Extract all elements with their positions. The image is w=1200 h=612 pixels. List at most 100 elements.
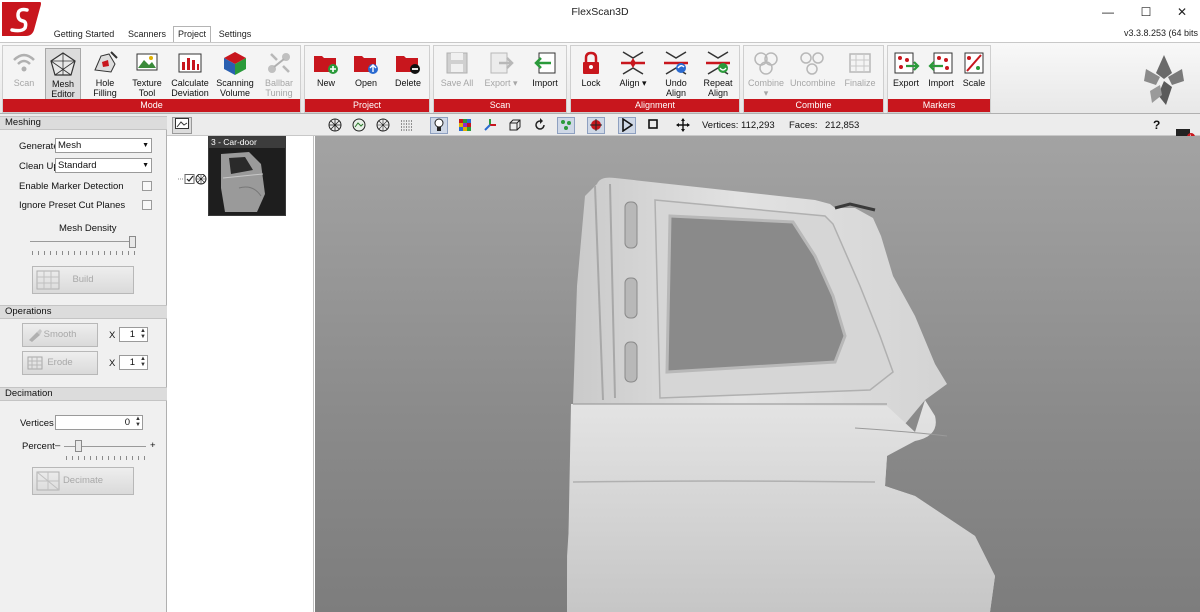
pan-button[interactable] xyxy=(674,117,692,134)
mesh-editor-panel: Meshing Generate Mesh ▼ Clean Up Standard… xyxy=(0,116,167,612)
bounding-box-button[interactable] xyxy=(506,117,524,134)
percent-minus-button[interactable]: – xyxy=(55,440,60,451)
hole-filling-button[interactable]: Hole Filling xyxy=(85,48,125,100)
open-project-button[interactable]: Open xyxy=(347,48,385,100)
lock-button[interactable]: Lock xyxy=(573,48,609,100)
percent-label: Percent xyxy=(22,441,55,452)
play-button[interactable] xyxy=(618,117,636,134)
repeat-align-button[interactable]: Repeat Align xyxy=(699,48,737,100)
percent-slider[interactable] xyxy=(75,440,83,452)
open-folder-icon xyxy=(354,56,378,74)
smooth-multiplier-x: X xyxy=(109,330,116,341)
lock-icon xyxy=(583,51,599,74)
align-button[interactable]: Align ▾ xyxy=(613,48,653,100)
tree-view-button[interactable] xyxy=(172,117,192,134)
align-icon xyxy=(621,51,645,75)
faces-count-label: Faces: xyxy=(789,120,818,131)
axis-icon xyxy=(484,119,496,131)
cleanup-select[interactable]: Standard ▼ xyxy=(55,158,152,173)
decimate-button[interactable]: Decimate xyxy=(32,467,134,495)
lighting-toggle-button[interactable] xyxy=(430,117,448,134)
window-title: FlexScan3D xyxy=(571,6,629,18)
ribbon-group-mode-label: Mode xyxy=(3,99,300,112)
ribbon-group-markers-label: Markers xyxy=(888,99,990,112)
meshing-section-header: Meshing xyxy=(0,116,167,130)
title-bar: FlexScan3D — ☐ ✕ xyxy=(0,0,1200,36)
flexscan-brand-icon xyxy=(1144,55,1184,105)
chevron-down-icon: ▼ xyxy=(142,162,149,169)
marker-detection-label: Enable Marker Detection xyxy=(19,181,124,192)
minimize-button[interactable]: — xyxy=(1088,0,1128,24)
scale-markers-button[interactable]: Scale xyxy=(960,48,988,100)
delete-project-button[interactable]: Delete xyxy=(389,48,427,100)
generate-select[interactable]: Mesh ▼ xyxy=(55,138,152,153)
spin-arrows-icon[interactable]: ▲ ▼ xyxy=(135,416,141,428)
import-markers-button[interactable]: Import xyxy=(924,48,958,100)
export-markers-button[interactable]: Export xyxy=(890,48,922,100)
mesh-density-slider[interactable] xyxy=(129,236,136,248)
spin-arrows-icon[interactable]: ▲ ▼ xyxy=(140,356,146,368)
erode-multiplier-x: X xyxy=(109,358,116,369)
close-button[interactable]: ✕ xyxy=(1162,0,1200,24)
view-points-button[interactable] xyxy=(398,117,416,134)
decimation-vertices-label: Vertices xyxy=(20,418,54,429)
wireframe-wheel-icon xyxy=(376,118,390,132)
calculate-deviation-button[interactable]: Calculate Deviation xyxy=(169,48,211,100)
help-button[interactable]: ? xyxy=(1153,118,1160,132)
scanning-volume-button[interactable]: Scanning Volume xyxy=(213,48,257,100)
markers-icon xyxy=(561,120,571,130)
mesh-editor-icon xyxy=(50,52,76,76)
vertices-count-label: Vertices: xyxy=(702,120,739,131)
3d-viewport[interactable] xyxy=(315,136,1200,612)
delete-folder-icon xyxy=(396,56,420,74)
color-map-button[interactable] xyxy=(456,117,474,134)
ribbon-group-scan-label: Scan xyxy=(434,99,566,112)
new-project-button[interactable]: New xyxy=(308,48,344,100)
ignore-cut-planes-checkbox[interactable] xyxy=(142,200,152,210)
texture-tool-button[interactable]: Texture Tool xyxy=(127,48,167,100)
uncombine-button[interactable]: Uncombine xyxy=(790,48,836,100)
import-scan-button[interactable]: Import xyxy=(525,48,565,100)
tab-settings[interactable]: Settings xyxy=(214,27,256,42)
erode-button[interactable]: Erode xyxy=(22,351,98,375)
spin-arrows-icon[interactable]: ▲ ▼ xyxy=(140,328,146,340)
percent-plus-button[interactable]: + xyxy=(150,440,156,451)
tab-project[interactable]: Project xyxy=(173,26,211,42)
decimation-vertices-input[interactable]: 0 ▲ ▼ xyxy=(55,415,143,430)
stop-button[interactable] xyxy=(644,117,662,134)
tab-getting-started[interactable]: Getting Started xyxy=(48,27,120,42)
export-scan-button[interactable]: Export ▾ xyxy=(480,48,522,100)
maximize-button[interactable]: ☐ xyxy=(1126,0,1166,24)
mesh-editor-button[interactable]: Mesh Editor xyxy=(45,48,81,100)
view-texture-button[interactable] xyxy=(350,117,368,134)
undo-align-button[interactable]: Undo Align xyxy=(657,48,695,100)
save-all-button[interactable]: Save All xyxy=(437,48,477,100)
view-mesh-button[interactable] xyxy=(326,117,344,134)
ribbon-group-alignment: Lock Align ▾ Undo Align Repeat Align Ali… xyxy=(570,45,740,113)
tab-scanners[interactable]: Scanners xyxy=(122,27,172,42)
ribbon-group-combine-label: Combine xyxy=(744,99,883,112)
smooth-brush-icon xyxy=(29,329,42,342)
scan-thumbnail-card[interactable]: 3 - Car-door xyxy=(208,136,286,216)
ballbar-tuning-button[interactable]: Ballbar Tuning xyxy=(259,48,299,100)
percent-ticks xyxy=(66,456,146,460)
color-grid-icon xyxy=(459,119,471,131)
cleanup-label: Clean Up xyxy=(19,161,59,172)
combine-button[interactable]: Combine ▾ xyxy=(746,48,786,100)
reset-view-button[interactable] xyxy=(531,117,549,134)
scan-mode-button[interactable]: Scan xyxy=(5,48,43,100)
view-wireframe-button[interactable] xyxy=(374,117,392,134)
erode-iterations-input[interactable]: 1 ▲ ▼ xyxy=(119,355,148,370)
texture-wheel-icon xyxy=(352,118,366,132)
finalize-button[interactable]: Finalize xyxy=(840,48,880,100)
axis-gizmo-button[interactable] xyxy=(481,117,499,134)
version-label: v3.3.8.253 (64 bits xyxy=(1123,28,1198,38)
texture-tool-icon xyxy=(136,53,158,71)
cube-outline-icon xyxy=(509,119,521,131)
marker-view-button[interactable] xyxy=(557,117,575,134)
smooth-iterations-input[interactable]: 1 ▲ ▼ xyxy=(119,327,148,342)
marker-detection-checkbox[interactable] xyxy=(142,181,152,191)
marker-select-button[interactable] xyxy=(587,117,605,134)
build-button[interactable]: Build xyxy=(32,266,134,294)
smooth-button[interactable]: Smooth xyxy=(22,323,98,347)
